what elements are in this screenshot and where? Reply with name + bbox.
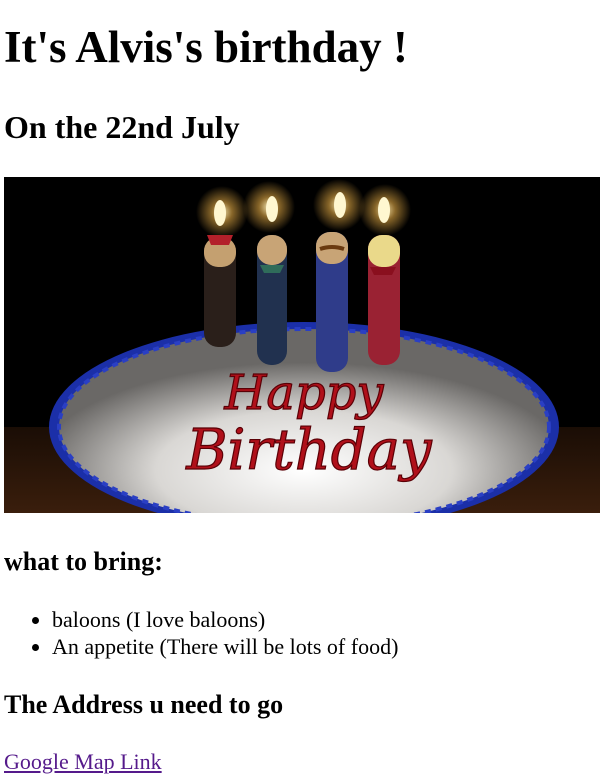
bring-list: baloons (I love baloons) An appetite (Th…	[0, 606, 398, 660]
page-title: It's Alvis's birthday !	[4, 22, 408, 72]
cake-text-birthday: Birthday	[185, 418, 433, 483]
list-item: baloons (I love baloons)	[52, 606, 398, 633]
date-heading: On the 22nd July	[4, 109, 240, 145]
google-map-link[interactable]: Google Map Link	[4, 748, 162, 775]
cake-text-happy: Happy	[223, 365, 384, 421]
birthday-cake-image: Happy Birthday	[4, 177, 600, 513]
bring-heading: what to bring:	[4, 547, 163, 576]
list-item: An appetite (There will be lots of food)	[52, 633, 398, 660]
page: It's Alvis's birthday ! On the 22nd July	[0, 0, 606, 777]
address-heading: The Address u need to go	[4, 690, 284, 719]
